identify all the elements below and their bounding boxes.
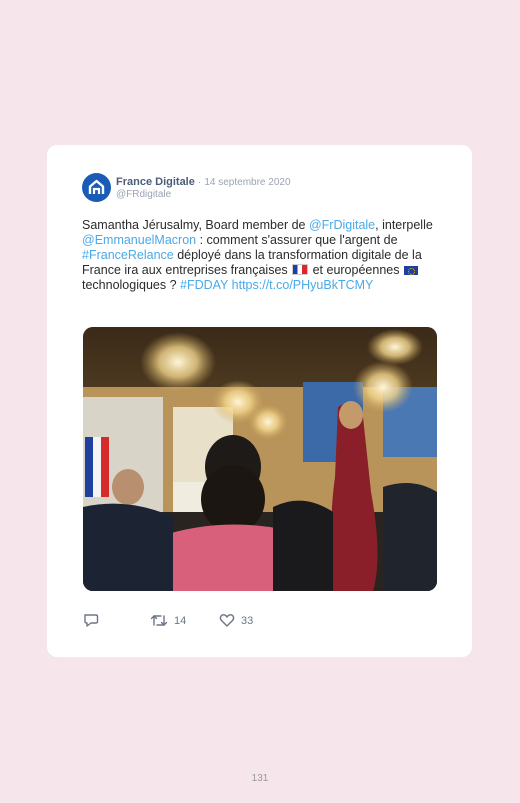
author-handle[interactable]: @FRdigitale xyxy=(116,189,171,200)
text-segment: : comment s'assurer que l'argent de xyxy=(196,233,398,247)
hashtag-francerelance[interactable]: #FranceRelance xyxy=(82,248,174,262)
author-name[interactable]: France Digitale xyxy=(116,176,195,188)
tweet-text: Samantha Jérusalmy, Board member de @FrD… xyxy=(82,218,442,293)
france-digitale-logo-icon xyxy=(88,179,105,194)
reply-icon xyxy=(84,614,99,627)
flag-france-icon xyxy=(292,264,309,275)
like-count: 33 xyxy=(241,614,254,627)
reply-button[interactable] xyxy=(83,613,105,628)
author-line: France Digitale · 14 septembre 2020 xyxy=(116,176,291,188)
retweet-count: 14 xyxy=(174,614,187,627)
tweet-actions: 14 33 xyxy=(83,613,383,631)
retweet-icon xyxy=(150,615,168,626)
text-segment: , interpelle xyxy=(375,218,433,232)
tweet-link[interactable]: https://t.co/PHyuBkTCMY xyxy=(232,278,374,292)
retweet-button[interactable]: 14 xyxy=(150,613,186,628)
text-segment: et européennes xyxy=(309,263,403,277)
tweet-date[interactable]: 14 septembre 2020 xyxy=(204,177,290,188)
tweet-photo[interactable] xyxy=(83,327,437,591)
mention-emmanuelmacron[interactable]: @EmmanuelMacron xyxy=(82,233,196,247)
text-segment: Samantha Jérusalmy, Board member de xyxy=(82,218,309,232)
page-number: 131 xyxy=(251,773,269,784)
like-button[interactable]: 33 xyxy=(219,613,253,628)
tweet-card: France Digitale · 14 septembre 2020 @FRd… xyxy=(47,145,472,657)
text-segment: technologiques ? xyxy=(82,278,180,292)
mention-frdigitale[interactable]: @FrDigitale xyxy=(309,218,375,232)
like-icon xyxy=(219,614,235,627)
event-photo-illustration xyxy=(83,327,437,591)
avatar[interactable] xyxy=(82,173,111,202)
separator: · xyxy=(197,177,202,188)
hashtag-fdday[interactable]: #FDDAY xyxy=(180,278,228,292)
flag-eu-icon xyxy=(403,266,418,275)
